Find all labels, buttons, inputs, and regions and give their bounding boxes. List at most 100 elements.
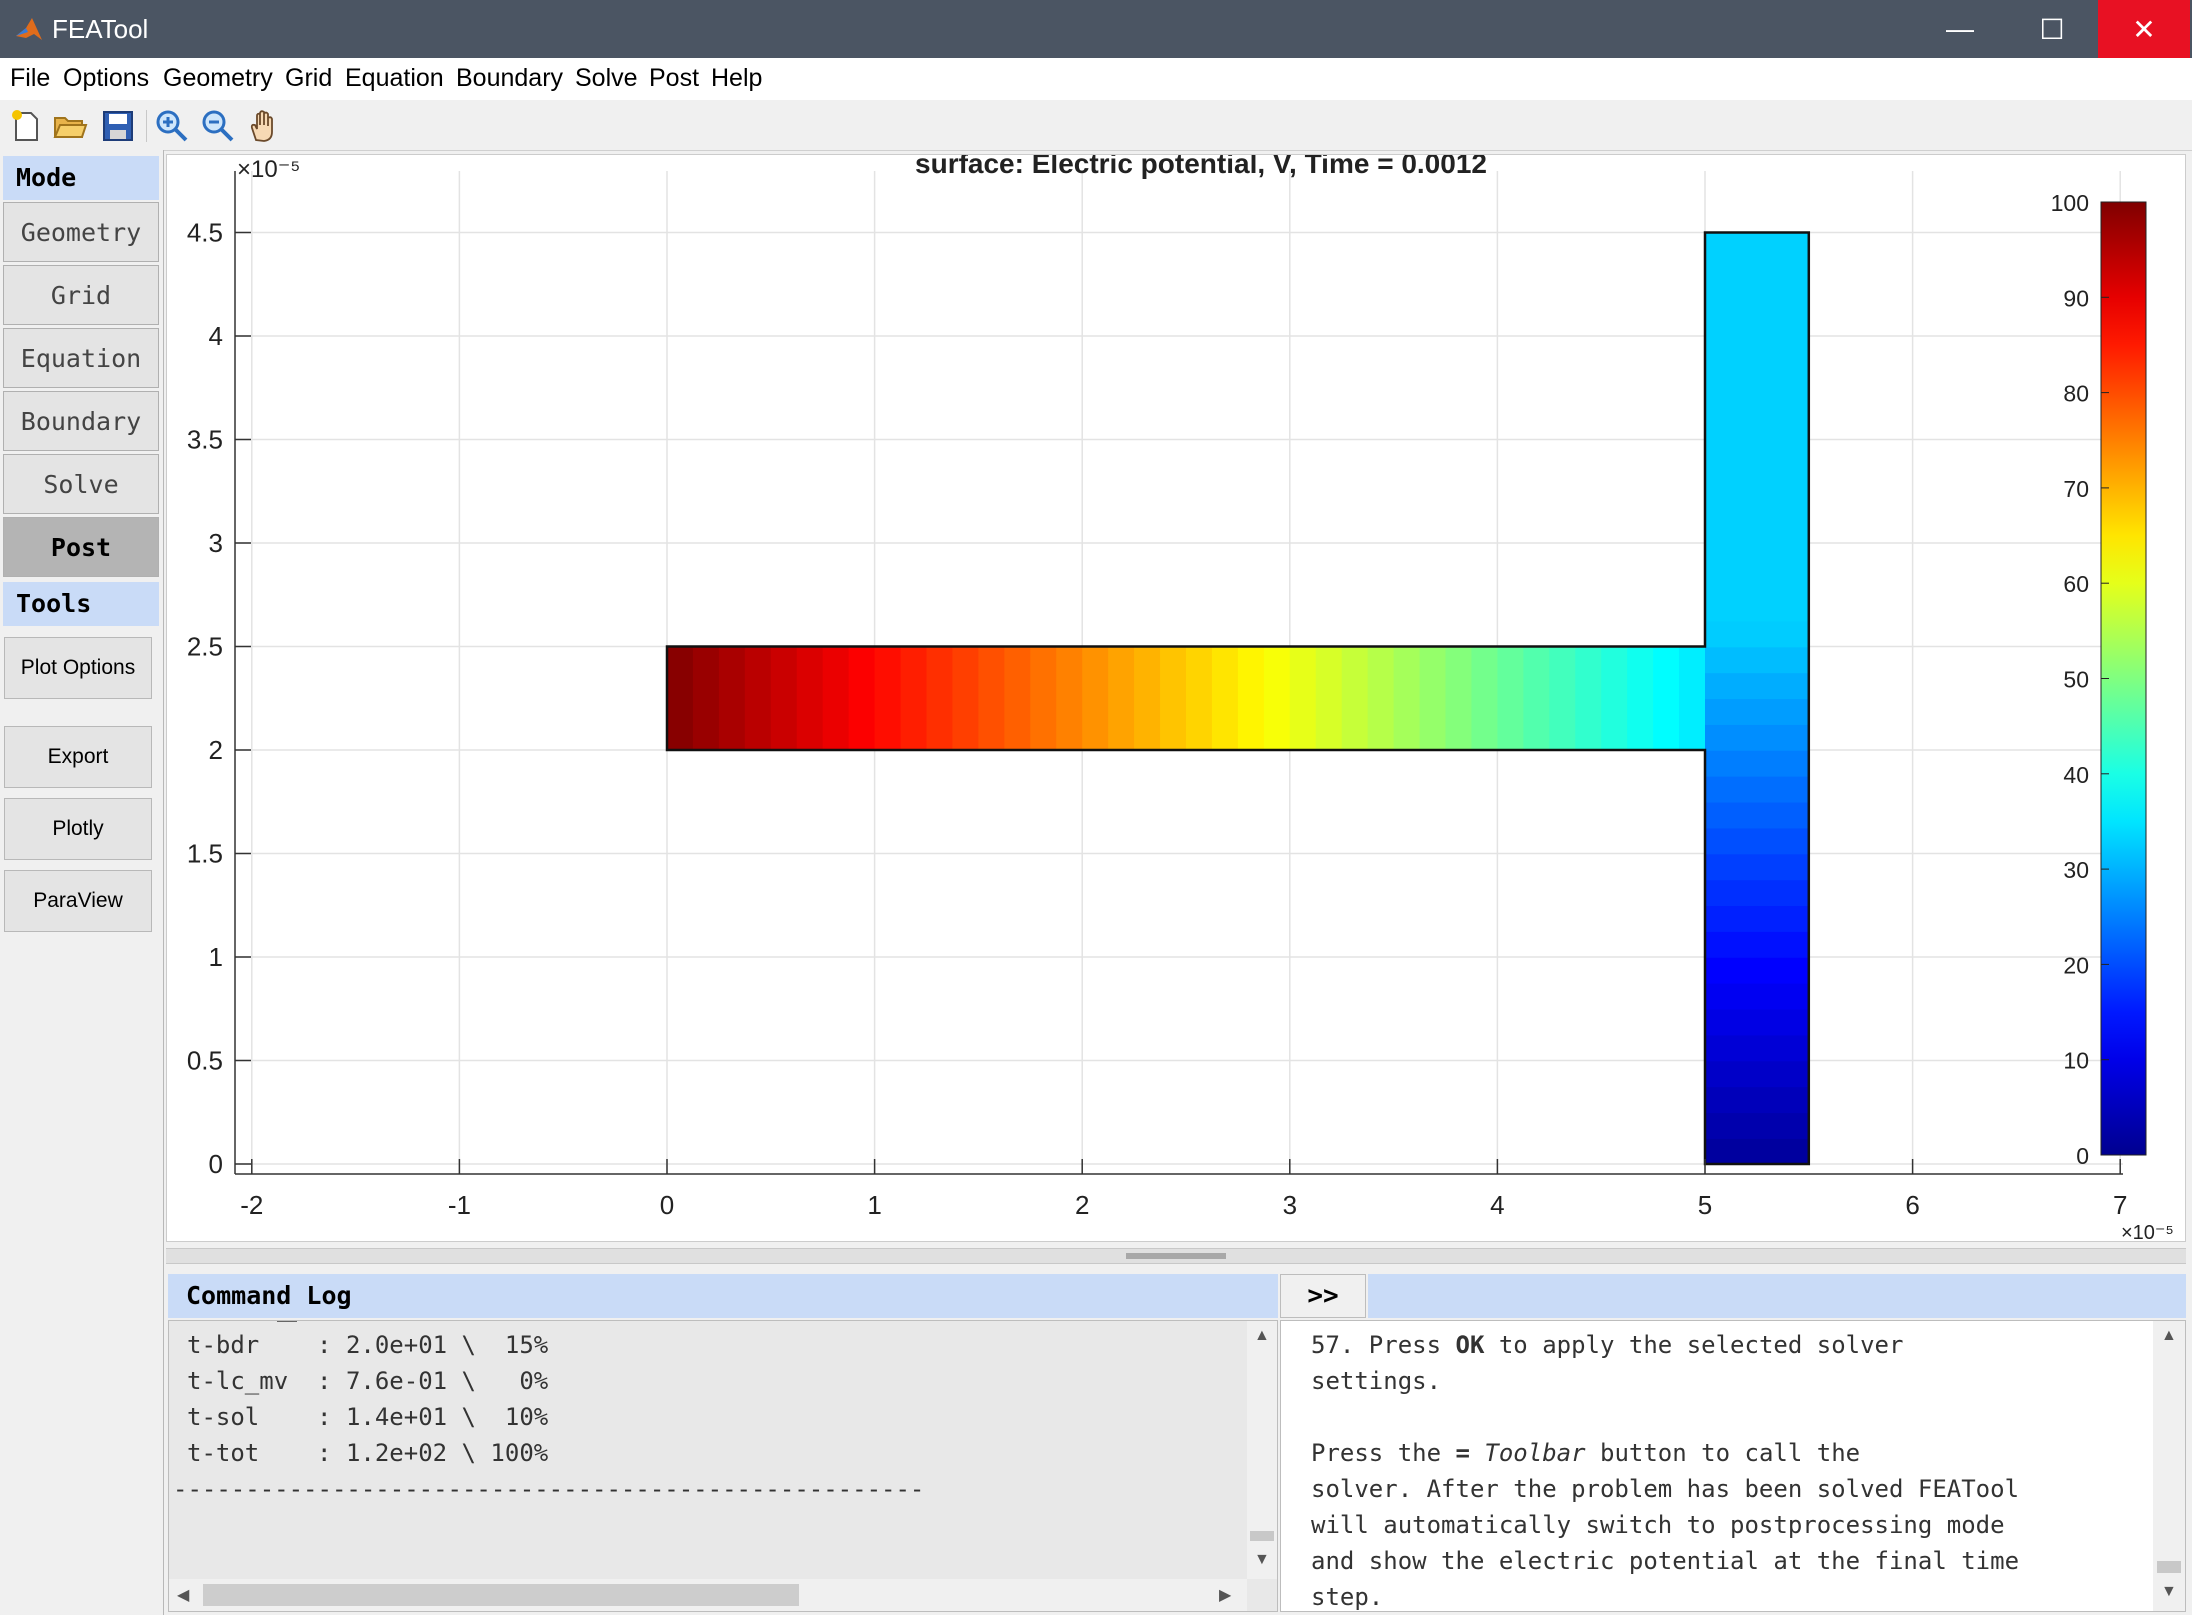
colorbar-tick-label: 100 xyxy=(2051,190,2089,216)
menu-equation[interactable]: Equation xyxy=(345,64,444,93)
vertical-channel-band xyxy=(1705,258,1809,286)
ok-keyword: OK xyxy=(1455,1331,1485,1359)
horizontal-channel-band xyxy=(796,646,824,750)
horizontal-channel-band xyxy=(1445,646,1473,750)
zoom-in-icon[interactable] xyxy=(154,108,190,144)
help-vertical-scrollbar[interactable]: ▲ ▼ xyxy=(2153,1321,2185,1611)
export-button[interactable]: Export xyxy=(4,726,152,788)
horizontal-scroll-thumb[interactable] xyxy=(203,1584,799,1606)
colorbar-tick-label: 20 xyxy=(2063,952,2089,978)
menu-boundary[interactable]: Boundary xyxy=(456,64,563,93)
plot-options-button[interactable]: Plot Options xyxy=(4,637,152,699)
horizontal-channel-band xyxy=(1030,646,1058,750)
colorbar-tick-label: 40 xyxy=(2063,762,2089,788)
horizontal-channel-band xyxy=(1263,646,1291,750)
x-tick-label: 5 xyxy=(1698,1190,1712,1220)
horizontal-channel-band xyxy=(1237,646,1265,750)
x-tick-label: 3 xyxy=(1283,1190,1297,1220)
panel-splitter[interactable] xyxy=(166,1248,2186,1264)
vertical-channel-band xyxy=(1705,879,1809,907)
horizontal-channel-band xyxy=(1367,646,1395,750)
open-folder-icon[interactable] xyxy=(52,108,88,144)
menu-grid[interactable]: Grid xyxy=(285,64,332,93)
scroll-thumb[interactable] xyxy=(2157,1561,2181,1573)
help-panel[interactable]: 57. Press OK to apply the selected solve… xyxy=(1280,1320,2186,1612)
vertical-channel-band xyxy=(1705,232,1809,260)
mode-solve-button[interactable]: Solve xyxy=(3,454,159,514)
command-log[interactable]: t-bdr : 2.0e+01 \ 15% t-lc_mv : 7.6e-01 … xyxy=(168,1320,1278,1612)
help-line: Press the = Toolbar button to call the xyxy=(1311,1439,1861,1467)
minimize-button[interactable]: — xyxy=(1914,0,2006,58)
horizontal-channel-band xyxy=(1004,646,1032,750)
save-icon[interactable] xyxy=(100,108,136,144)
horizontal-channel-band xyxy=(744,646,772,750)
plotly-button[interactable]: Plotly xyxy=(4,798,152,860)
title-bar: FEATool — ☐ ✕ xyxy=(0,0,2192,58)
y-tick-label: 3.5 xyxy=(187,425,223,455)
field-domains xyxy=(665,231,1811,1166)
log-vertical-scrollbar[interactable]: ▲ ▼ xyxy=(1247,1321,1277,1579)
scroll-down-icon[interactable]: ▼ xyxy=(2161,1583,2177,1601)
scroll-right-icon[interactable]: ▶ xyxy=(1219,1585,1231,1605)
colorbar-tick-label: 30 xyxy=(2063,857,2089,883)
vertical-channel-band xyxy=(1705,672,1809,700)
new-file-icon[interactable] xyxy=(8,108,44,144)
mode-geometry-button[interactable]: Geometry xyxy=(3,202,159,262)
mode-post-button[interactable]: Post xyxy=(3,517,159,577)
horizontal-channel-band xyxy=(1211,646,1239,750)
horizontal-channel-band xyxy=(667,646,694,750)
scroll-thumb[interactable] xyxy=(1250,1531,1274,1541)
menu-bar: File Options Geometry Grid Equation Boun… xyxy=(0,58,2192,100)
scroll-up-icon[interactable]: ▲ xyxy=(2161,1327,2177,1345)
help-line: solver. After the problem has been solve… xyxy=(1311,1475,2020,1503)
colorbar-tick-label: 10 xyxy=(2063,1048,2089,1074)
menu-help[interactable]: Help xyxy=(711,64,762,93)
horizontal-channel-band xyxy=(1315,646,1343,750)
paraview-button[interactable]: ParaView xyxy=(4,870,152,932)
vertical-channel-band xyxy=(1705,310,1809,337)
vertical-channel-band xyxy=(1705,646,1809,674)
menu-file[interactable]: File xyxy=(10,64,50,93)
log-horizontal-scrollbar[interactable]: ◀ ▶ xyxy=(169,1579,1247,1611)
vertical-channel-band xyxy=(1705,491,1809,518)
expand-help-button[interactable]: >> xyxy=(1280,1274,1366,1318)
vertical-channel-band xyxy=(1705,1060,1809,1088)
scroll-down-icon[interactable]: ▼ xyxy=(1254,1551,1270,1569)
horizontal-channel-band xyxy=(1108,646,1135,750)
close-button[interactable]: ✕ xyxy=(2098,0,2190,58)
pan-hand-icon[interactable] xyxy=(246,108,282,144)
vertical-channel-band xyxy=(1705,698,1809,725)
horizontal-channel-band xyxy=(1134,646,1161,750)
horizontal-channel-band xyxy=(1627,646,1654,750)
horizontal-channel-band xyxy=(1653,646,1680,750)
menu-post[interactable]: Post xyxy=(649,64,699,93)
help-header xyxy=(1368,1274,2186,1318)
horizontal-channel-band xyxy=(1575,646,1602,750)
horizontal-channel-band xyxy=(1082,646,1109,750)
vertical-channel-band xyxy=(1705,905,1809,932)
log-separator: ----------------------------------------… xyxy=(173,1475,925,1503)
scroll-left-icon[interactable]: ◀ xyxy=(177,1585,189,1605)
x-tick-label: 6 xyxy=(1905,1190,1919,1220)
matlab-logo-icon xyxy=(16,18,42,40)
splitter-grip[interactable] xyxy=(1126,1253,1226,1259)
horizontal-channel-band xyxy=(718,646,746,750)
log-line: t-bdr : 2.0e+01 \ 15% xyxy=(187,1331,549,1359)
maximize-button[interactable]: ☐ xyxy=(2006,0,2098,58)
zoom-out-icon[interactable] xyxy=(200,108,236,144)
log-line: t-sol : 1.4e+01 \ 10% xyxy=(187,1403,549,1431)
horizontal-channel-band xyxy=(874,646,902,750)
menu-solve[interactable]: Solve xyxy=(575,64,638,93)
mode-equation-button[interactable]: Equation xyxy=(3,328,159,388)
menu-geometry[interactable]: Geometry xyxy=(163,64,273,93)
plot-canvas[interactable]: -2 -1 0 1 2 3 4 5 6 7 4.5 4 3.5 3 2.5 2 1.5 1 0.5 0 surface… xyxy=(167,148,2185,1244)
y-tick-label: 1.5 xyxy=(187,839,223,869)
mode-grid-button[interactable]: Grid xyxy=(3,265,159,325)
plot-area[interactable]: -2 -1 0 1 2 3 4 5 6 7 4.5 4 3.5 3 2.5 2 1.5 1 0.5 0 surface… xyxy=(166,148,2186,1244)
vertical-channel-band xyxy=(1705,1086,1809,1114)
scroll-up-icon[interactable]: ▲ xyxy=(1254,1327,1270,1345)
command-log-header: Command Log xyxy=(168,1274,1278,1318)
y-tick-label: 3 xyxy=(209,528,223,558)
mode-boundary-button[interactable]: Boundary xyxy=(3,391,159,451)
menu-options[interactable]: Options xyxy=(63,64,149,93)
